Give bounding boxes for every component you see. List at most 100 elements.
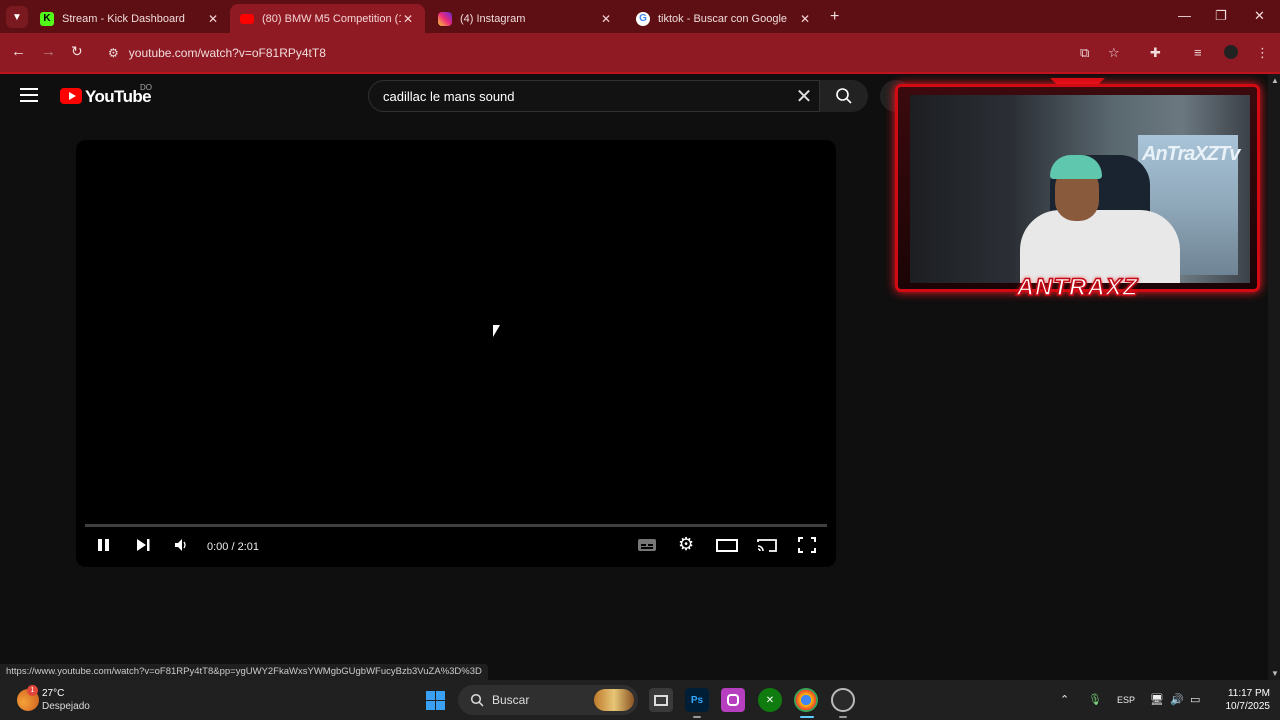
region-code: DO: [140, 83, 152, 92]
cast-button[interactable]: [756, 537, 778, 558]
address-bar[interactable]: ⚙ youtube.com/watch?v=oF81RPy4tT8: [100, 38, 1080, 67]
browser-toolbar: ← → ↻ ⚙ youtube.com/watch?v=oF81RPy4tT8 …: [0, 33, 1280, 72]
close-icon[interactable]: ✕: [798, 12, 812, 26]
pause-button[interactable]: [96, 537, 112, 558]
browser-tab-strip: ▼ K Stream - Kick Dashboard ✕ (80) BMW M…: [0, 0, 1280, 33]
streamer-nameplate: ANTRAXZ: [1016, 273, 1139, 302]
close-icon[interactable]: ✕: [599, 12, 613, 26]
webcam-feed: AnTraXZTv: [910, 95, 1250, 283]
weather-badge: 1: [27, 685, 38, 696]
system-clock[interactable]: 11:17 PM 10/7/2025: [1212, 687, 1271, 713]
youtube-icon: [240, 13, 254, 24]
mouse-cursor: [493, 325, 500, 337]
chrome-icon[interactable]: [794, 688, 818, 712]
volume-button[interactable]: [173, 537, 189, 558]
weather-description[interactable]: Despejado: [42, 701, 90, 712]
tab-label: tiktok - Buscar con Google: [658, 12, 788, 25]
instagram-app-icon[interactable]: [721, 688, 745, 712]
restore-button[interactable]: ❐: [1215, 8, 1227, 24]
streamer-body: [1020, 210, 1180, 283]
back-button[interactable]: ←: [11, 43, 26, 60]
tab-label: (4) Instagram: [460, 12, 526, 25]
kick-icon: K: [40, 11, 54, 26]
theater-mode-icon: [716, 539, 738, 552]
time-display: 0:00 / 2:01: [207, 541, 259, 553]
search-button[interactable]: [820, 80, 868, 112]
minimize-button[interactable]: —: [1178, 8, 1191, 23]
instagram-icon: [438, 11, 452, 26]
progress-bar[interactable]: [85, 524, 827, 527]
tab-kick-dashboard[interactable]: K Stream - Kick Dashboard ✕: [30, 4, 230, 33]
bookmark-star-icon[interactable]: ☆: [1108, 45, 1120, 61]
extensions-icon[interactable]: ✚: [1150, 45, 1161, 61]
show-hidden-icons[interactable]: ⌃: [1060, 693, 1069, 706]
youtube-logo-icon[interactable]: [60, 88, 82, 104]
search-input[interactable]: cadillac le mans sound: [369, 89, 789, 104]
search-icon: [836, 88, 852, 104]
new-tab-button[interactable]: +: [830, 8, 839, 26]
xbox-icon[interactable]: ✕: [758, 688, 782, 712]
photoshop-icon[interactable]: Ps: [685, 688, 709, 712]
obs-icon[interactable]: [831, 688, 855, 712]
subtitles-button[interactable]: [637, 537, 657, 558]
reload-button[interactable]: ↻: [71, 43, 83, 60]
gear-icon: ⚙: [678, 534, 695, 554]
language-indicator[interactable]: ESP: [1117, 695, 1135, 705]
subtitles-icon: [638, 539, 656, 551]
search-icon: [470, 693, 484, 707]
scroll-up-icon[interactable]: ▲: [1271, 76, 1279, 85]
menu-icon[interactable]: [20, 88, 38, 102]
pause-icon: [98, 539, 109, 551]
scroll-down-icon[interactable]: ▼: [1271, 669, 1279, 678]
volume-icon: [175, 539, 186, 551]
app-running-indicator: [839, 716, 847, 718]
microphone-icon[interactable]: 🎙: [1088, 693, 1102, 706]
close-icon[interactable]: ✕: [206, 12, 220, 26]
search-box[interactable]: cadillac le mans sound ✕: [368, 80, 820, 112]
app-running-indicator: [693, 716, 701, 718]
site-info-icon[interactable]: ⚙: [108, 46, 119, 60]
tab-instagram[interactable]: (4) Instagram ✕: [428, 4, 623, 33]
task-view-icon[interactable]: [649, 688, 673, 712]
tab-google-tiktok[interactable]: G tiktok - Buscar con Google ✕: [626, 4, 822, 33]
overlay-frame: AnTraXZTv: [895, 84, 1260, 292]
settings-button[interactable]: ⚙: [678, 534, 694, 555]
window-close-button[interactable]: ✕: [1254, 8, 1265, 24]
url-text: youtube.com/watch?v=oF81RPy4tT8: [128, 45, 326, 60]
cast-icon: [757, 539, 777, 552]
theater-mode-button[interactable]: [716, 537, 738, 558]
tab-youtube-bmw[interactable]: (80) BMW M5 Competition (12( ✕: [230, 4, 425, 33]
search-highlight-image: [594, 689, 634, 711]
clear-search-icon[interactable]: ✕: [789, 84, 819, 109]
tab-search-button[interactable]: ▼: [6, 6, 28, 28]
start-button[interactable]: [426, 691, 445, 710]
link-status-bubble: https://www.youtube.com/watch?v=oF81RPy4…: [0, 664, 488, 680]
skip-next-icon: [137, 539, 150, 551]
battery-icon[interactable]: ▭: [1190, 693, 1200, 706]
tab-label: (80) BMW M5 Competition (12(: [262, 12, 401, 25]
next-button[interactable]: [135, 537, 151, 558]
browser-menu-icon[interactable]: ⋮: [1256, 45, 1269, 61]
profile-avatar[interactable]: [1224, 45, 1238, 59]
tab-label: Stream - Kick Dashboard: [62, 12, 185, 25]
windows-taskbar: 1 27°C Despejado Buscar Ps ✕ ⌃ 🎙 ESP 🖥 🔊…: [0, 680, 1280, 720]
webcam-overlay: AnTraXZTv ANTRAXZ: [895, 78, 1260, 302]
taskbar-search[interactable]: Buscar: [458, 685, 638, 715]
close-icon[interactable]: ✕: [401, 12, 415, 26]
install-app-icon[interactable]: ⧉: [1080, 45, 1089, 61]
weather-temperature[interactable]: 27°C: [42, 688, 64, 699]
media-controls-icon[interactable]: ≡: [1194, 45, 1202, 60]
video-player[interactable]: 0:00 / 2:01 ⚙: [76, 140, 836, 567]
app-active-indicator: [800, 716, 814, 718]
clock-date: 10/7/2025: [1225, 701, 1271, 712]
volume-tray-icon[interactable]: 🔊: [1170, 693, 1184, 706]
page-scrollbar[interactable]: ▲ ▼: [1268, 74, 1280, 680]
player-controls: 0:00 / 2:01 ⚙: [76, 533, 836, 563]
google-icon: G: [636, 11, 650, 26]
network-icon[interactable]: 🖥: [1150, 693, 1164, 706]
streamer-cap: [1050, 155, 1102, 179]
forward-button[interactable]: →: [41, 43, 56, 60]
channel-sign: AnTraXZTv: [1142, 143, 1240, 165]
fullscreen-button[interactable]: [798, 537, 816, 558]
fullscreen-icon: [798, 537, 816, 553]
